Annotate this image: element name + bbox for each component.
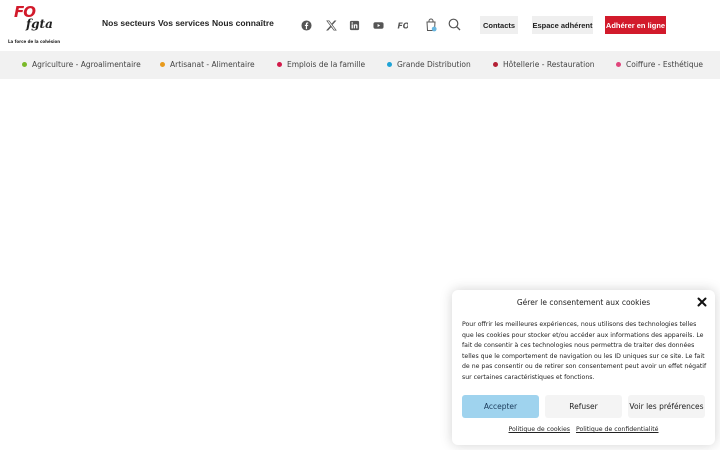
consent-text: Pour offrir les meilleures expériences, …: [462, 321, 707, 381]
adherer-en-ligne-button[interactable]: Adhérer en ligne: [605, 16, 666, 34]
cart-icon[interactable]: [425, 18, 437, 32]
sector-agriculture[interactable]: Agriculture - Agroalimentaire: [22, 60, 141, 69]
sector-grande-distribution[interactable]: Grande Distribution: [387, 60, 471, 69]
sector-dot-icon: [160, 62, 165, 67]
sector-coiffure[interactable]: Coiffure - Esthétique: [616, 60, 703, 69]
nav-nos-secteurs[interactable]: Nos secteurs: [102, 18, 155, 28]
sector-dot-icon: [387, 62, 392, 67]
sector-label: Hôtellerie - Restauration: [503, 60, 595, 69]
logo-tagline: La force de la cohésion: [8, 39, 61, 44]
cookie-policy-link[interactable]: Politique de cookies: [509, 426, 571, 433]
nav-vos-services[interactable]: Vos services: [158, 18, 209, 28]
site-header: FO fgta La force de la cohésion Nos sect…: [0, 0, 720, 50]
sector-dot-icon: [22, 62, 27, 67]
x-twitter-icon[interactable]: [326, 20, 337, 31]
preferences-button[interactable]: Voir les préférences: [628, 395, 705, 418]
sector-label: Coiffure - Esthétique: [626, 60, 703, 69]
privacy-policy-link[interactable]: Politique de confidentialité: [576, 426, 658, 433]
linkedin-icon[interactable]: [349, 20, 360, 31]
accept-button[interactable]: Accepter: [462, 395, 539, 418]
close-icon[interactable]: [697, 297, 707, 307]
sector-label: Grande Distribution: [397, 60, 471, 69]
sector-artisanat[interactable]: Artisanat - Alimentaire: [160, 60, 255, 69]
sector-label: Emplois de la famille: [287, 60, 366, 69]
sector-dot-icon: [616, 62, 621, 67]
fo-fgta-logo[interactable]: FO fgta La force de la cohésion: [6, 3, 60, 47]
sector-hotellerie[interactable]: Hôtellerie - Restauration: [493, 60, 595, 69]
sector-dot-icon: [277, 62, 282, 67]
youtube-icon[interactable]: [373, 20, 384, 31]
sector-dot-icon: [493, 62, 498, 67]
fo-icon[interactable]: FO: [397, 20, 408, 31]
search-icon[interactable]: [448, 18, 461, 31]
cookie-consent-dialog: Gérer le consentement aux cookies Pour o…: [452, 290, 715, 445]
contacts-button[interactable]: Contacts: [480, 16, 518, 34]
consent-title: Gérer le consentement aux cookies: [516, 298, 651, 307]
facebook-icon[interactable]: [301, 20, 312, 31]
espace-adherent-button[interactable]: Espace adhérent: [532, 16, 593, 34]
sector-emplois-famille[interactable]: Emplois de la famille: [277, 60, 365, 69]
consent-links: Politique de cookies Politique de confid…: [452, 426, 715, 433]
sector-bar: Agriculture - Agroalimentaire Artisanat …: [0, 51, 720, 79]
sector-label: Artisanat - Alimentaire: [170, 60, 255, 69]
svg-text:FO: FO: [397, 22, 408, 31]
logo-fgta-text: fgta: [26, 17, 53, 31]
sector-label: Agriculture - Agroalimentaire: [32, 60, 141, 69]
refuse-button[interactable]: Refuser: [545, 395, 622, 418]
nav-nous-connaitre[interactable]: Nous connaître: [212, 18, 274, 28]
